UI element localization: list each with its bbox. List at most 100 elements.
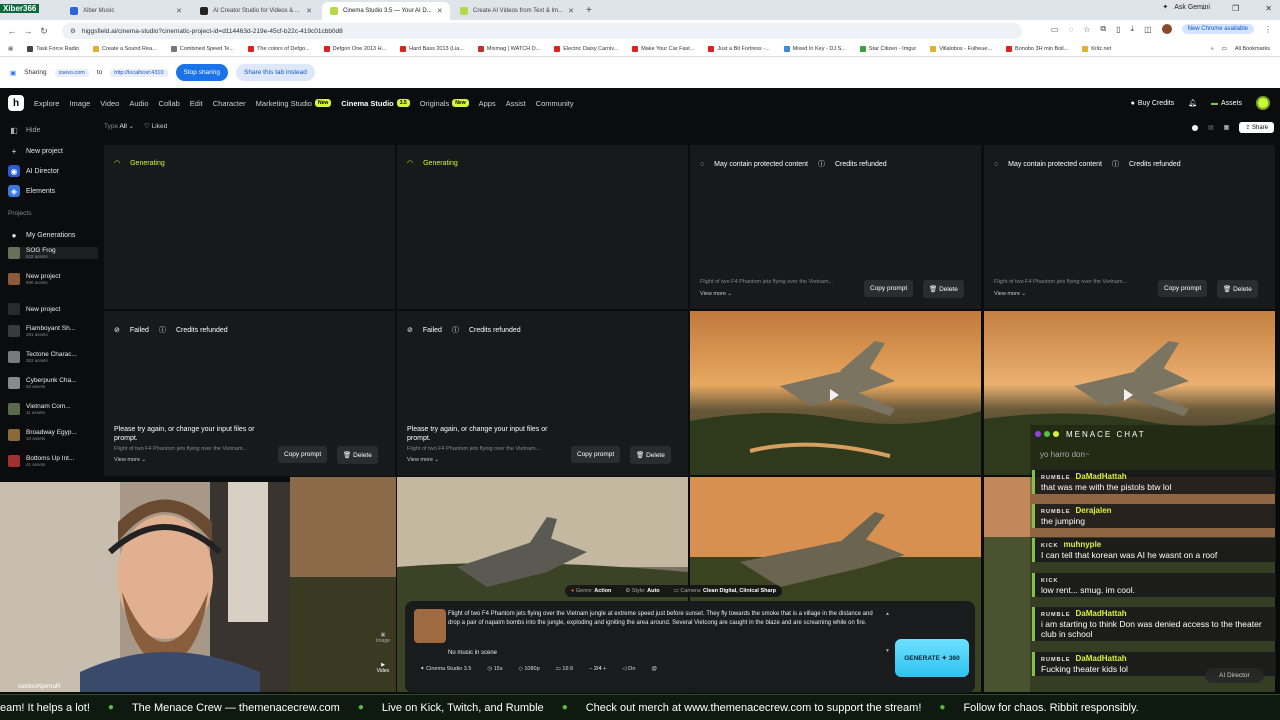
browser-tab[interactable]: Xiber Music ✕ [62, 2, 190, 20]
mention-icon[interactable]: @ [651, 666, 657, 672]
view-more-link[interactable]: View more ⌄ [994, 291, 1026, 297]
user-avatar[interactable] [1256, 96, 1270, 110]
generate-button[interactable]: GENERATE ✦ 360 [895, 639, 969, 677]
count-stepper[interactable]: − 2/4 + [589, 666, 606, 672]
browser-tab[interactable]: Create AI Videos from Text & Im... ✕ [452, 2, 580, 20]
maximize-icon[interactable]: ❐ [1232, 4, 1239, 13]
bookmark-item[interactable]: The colors of Defgo... [248, 46, 310, 52]
bookmark-item[interactable]: Just a Bit Fortress -... [708, 46, 770, 52]
list-view-icon[interactable]: ▤ [1208, 124, 1214, 131]
my-generations-link[interactable]: ● My Generations [8, 229, 76, 241]
bookmark-item[interactable]: Bonobo 3H min Boil... [1006, 46, 1068, 52]
bookmark-item[interactable]: Combined Speed Te... [170, 46, 234, 52]
sidebar-project-item[interactable]: Bottoms Up Int... 41 assets [8, 455, 98, 467]
sidebar-project-item[interactable]: Flamboyant Sh... 281 assets [8, 325, 98, 337]
plus-icon[interactable]: + [603, 666, 606, 672]
scroll-down-icon[interactable]: ▼ [885, 648, 890, 654]
buy-credits-button[interactable]: ● Buy Credits [1131, 100, 1174, 107]
download-icon[interactable]: ⤓ [1131, 24, 1135, 34]
nav-originals[interactable]: Originals New [420, 99, 469, 108]
menu-icon[interactable]: ⋮ [1264, 25, 1272, 34]
profile-avatar[interactable] [1161, 24, 1172, 34]
duration-select[interactable]: ◷ 15s [487, 666, 502, 672]
share-button[interactable]: ⇪ Share [1239, 122, 1274, 133]
bookmark-item[interactable]: Mixmag | WATCH D... [477, 46, 540, 52]
stop-sharing-button[interactable]: Stop sharing [175, 64, 229, 81]
site-info-icon[interactable]: ⚙ [70, 27, 76, 35]
bookmark-item[interactable]: Krilz.net [1082, 46, 1111, 52]
hide-sidebar-button[interactable]: ◧ Hide [8, 124, 40, 136]
copy-prompt-button[interactable]: Copy prompt [864, 280, 914, 297]
nav-audio[interactable]: Audio [129, 99, 148, 108]
scroll-up-icon[interactable]: ▲ [885, 611, 890, 617]
sidebar-project-item[interactable]: Vietnam Com... 11 assets [8, 403, 98, 415]
nav-assist[interactable]: Assist [506, 99, 526, 108]
reload-icon[interactable]: ↻ [36, 26, 52, 37]
assets-button[interactable]: ▬ Assets [1211, 100, 1242, 107]
nav-collab[interactable]: Collab [159, 99, 180, 108]
style-setting[interactable]: ⚙ Style: Auto [625, 588, 659, 594]
delete-button[interactable]: 🗑︎ Delete [630, 446, 671, 464]
camera-setting[interactable]: ▭ Camera: Clean Digital, Clinical Sharp [674, 588, 776, 594]
copy-prompt-button[interactable]: Copy prompt [278, 446, 328, 463]
elements-link[interactable]: ◈ Elements [8, 185, 55, 197]
browser-tab[interactable]: AI Creator Studio for Videos & ... ✕ [192, 2, 320, 20]
bookmark-item[interactable]: Make Your Car Fast... [632, 46, 694, 52]
reference-image-thumb[interactable] [414, 609, 446, 643]
nav-marketing-studio[interactable]: Marketing Studio New [256, 99, 332, 108]
minimize-icon[interactable]: – [1202, 4, 1206, 13]
new-chrome-button[interactable]: New Chrome available [1181, 24, 1254, 34]
back-icon[interactable]: ← [4, 26, 20, 36]
url-input[interactable]: ⚙ higgsfield.ai/cinema-studio?cinematic-… [62, 23, 1022, 39]
view-more-link[interactable]: View more ⌄ [407, 457, 439, 463]
extensions-icon[interactable]: ⧉ [1100, 24, 1106, 34]
bookmark-star-icon[interactable]: ☆ [1083, 25, 1090, 34]
bookmark-item[interactable]: Villalobos - Fulheue... [930, 46, 992, 52]
delete-button[interactable]: 🗑︎ Delete [337, 446, 378, 464]
close-icon[interactable]: ✕ [568, 7, 574, 15]
nav-community[interactable]: Community [536, 99, 574, 108]
video-thumbnail[interactable] [690, 311, 981, 475]
liked-filter[interactable]: ♡ Liked [144, 122, 167, 130]
close-icon[interactable]: ✕ [437, 7, 443, 15]
close-icon[interactable]: ✕ [176, 7, 182, 15]
prompt-textarea[interactable]: Flight of two F4 Phantom jets flying ove… [448, 610, 884, 627]
image-mode-tab[interactable]: ▣ Image [374, 632, 392, 644]
bookmark-item[interactable]: Create a Sound Rea... [93, 46, 157, 52]
sidebar-project-item[interactable]: New project [8, 303, 98, 315]
type-filter[interactable]: Type All ⌄ [104, 122, 134, 130]
resolution-select[interactable]: ◇ 1080p [519, 666, 540, 672]
genre-setting[interactable]: ● Genre: Action [571, 588, 611, 594]
slider-handle[interactable] [1191, 124, 1198, 131]
bookmark-item[interactable]: Defgon One 2013 H... [323, 46, 386, 52]
all-bookmarks[interactable]: » ▭ All Bookmarks [1211, 46, 1270, 52]
sidebar-project-item[interactable]: Cyberpunk Cha... 63 assets [8, 377, 98, 389]
bookmark-item[interactable]: Hard Bass 2013 (Lia... [400, 46, 464, 52]
generation-card-generating[interactable]: ◠ Generating [104, 145, 395, 309]
ai-director-link[interactable]: ◉ AI Director [8, 165, 59, 177]
nav-image[interactable]: Image [69, 99, 90, 108]
view-more-link[interactable]: View more ⌄ [700, 291, 732, 297]
close-window-icon[interactable]: ✕ [1265, 4, 1272, 13]
eye-off-icon[interactable]: ◌ [1068, 25, 1073, 34]
sidebar-icon[interactable]: ▯ [1116, 25, 1120, 34]
model-select[interactable]: ✦ Cinema Studio 3.5 [420, 666, 471, 672]
forward-icon[interactable]: → [20, 26, 36, 36]
bookmark-item[interactable]: Star Citizen - Imgur [859, 46, 916, 52]
video-thumbnail[interactable] [290, 477, 396, 692]
music-setting[interactable]: No music in scene [448, 650, 497, 656]
delete-button[interactable]: 🗑︎ Delete [1217, 280, 1258, 298]
video-mode-tab[interactable]: ▶ Video [374, 662, 392, 674]
nav-explore[interactable]: Explore [34, 99, 59, 108]
delete-button[interactable]: 🗑︎ Delete [923, 280, 964, 298]
play-icon[interactable] [1124, 389, 1133, 401]
generation-card-failed[interactable]: ⊘ Failed ⓘ Credits refunded Please try agai… [397, 311, 688, 476]
nav-video[interactable]: Video [100, 99, 119, 108]
share-this-tab-button[interactable]: Share this tab instead [236, 64, 315, 81]
grid-view-icon[interactable]: ▦ [1224, 124, 1230, 131]
sidebar-project-item[interactable]: Tectone Charac... 262 assets [8, 351, 98, 363]
generation-card-generating[interactable]: ◠ Generating [397, 145, 688, 309]
sidebar-project-item[interactable]: SOG Frog 632 assets [8, 247, 98, 259]
generation-card-protected[interactable]: ◌ May contain protected content ⓘ Credits r… [690, 145, 981, 309]
play-icon[interactable] [830, 389, 839, 401]
